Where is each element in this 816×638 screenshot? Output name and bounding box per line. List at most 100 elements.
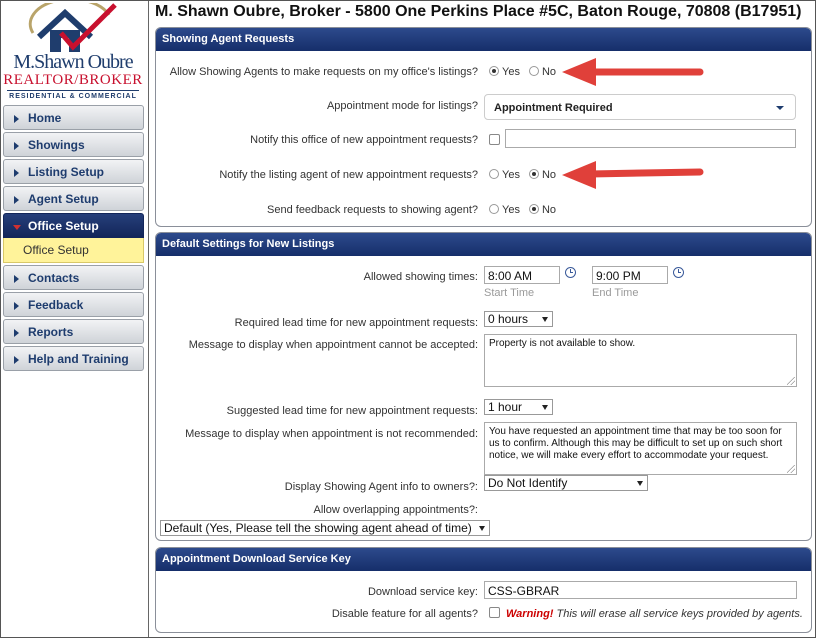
showing-times-label: Allowed showing times: xyxy=(363,271,478,283)
required-lead-time-value: 0 hours xyxy=(488,312,529,326)
reject-message-textarea[interactable]: Property is not available to show. xyxy=(484,334,797,387)
radio-label-yes: Yes xyxy=(502,169,520,181)
appointment-mode-select[interactable]: Appointment Required xyxy=(484,94,796,120)
nav-subitem-office-setup[interactable]: Office Setup xyxy=(3,238,144,263)
start-time-input[interactable]: 8:00 AM xyxy=(484,266,560,284)
nav-item-listing-setup[interactable]: Listing Setup xyxy=(3,159,144,184)
caret-down-icon xyxy=(13,225,21,230)
annotation-arrow-icon xyxy=(562,58,704,86)
display-agent-info-label: Display Showing Agent info to owners?: xyxy=(284,481,478,493)
suggested-lead-time-label: Suggested lead time for new appointment … xyxy=(226,405,478,417)
caret-down-icon xyxy=(542,405,548,410)
disable-feature-warning: Warning! This will erase all service key… xyxy=(506,608,803,620)
panel-header: Appointment Download Service Key xyxy=(156,548,811,571)
reject-message-text: Property is not available to show. xyxy=(489,338,636,349)
radio-label-no: No xyxy=(541,66,557,78)
overlap-appointments-select[interactable]: Default (Yes, Please tell the showing ag… xyxy=(160,520,490,536)
start-time-hint: Start Time xyxy=(484,287,535,299)
resize-handle-icon[interactable] xyxy=(787,377,795,385)
disable-feature-label: Disable feature for all agents? xyxy=(331,608,478,620)
house-check-logo-icon xyxy=(28,3,117,52)
nav-label: Contacts xyxy=(28,271,80,285)
overlap-appointments-label: Allow overlapping appointments?: xyxy=(313,504,479,516)
nav-item-agent-setup[interactable]: Agent Setup xyxy=(3,186,144,211)
clock-icon[interactable] xyxy=(565,267,576,278)
notify-office-email-input[interactable] xyxy=(505,129,796,148)
showing-agent-requests-panel: Showing Agent Requests Allow Showing Age… xyxy=(155,27,812,227)
display-agent-info-value: Do Not Identify xyxy=(488,476,568,490)
nav-label: Office Setup xyxy=(28,219,99,233)
send-feedback-no-radio[interactable] xyxy=(528,204,539,214)
page-title: M. Shawn Oubre, Broker - 5800 One Perkin… xyxy=(155,3,802,20)
nav-label: Feedback xyxy=(28,298,84,312)
caret-down-icon xyxy=(637,481,643,486)
nav-item-office-setup[interactable]: Office Setup xyxy=(3,213,144,238)
resize-handle-icon[interactable] xyxy=(787,465,795,473)
display-agent-info-select[interactable]: Do Not Identify xyxy=(484,475,648,491)
download-service-key-panel: Appointment Download Service Key Downloa… xyxy=(155,547,812,633)
nav-label: Reports xyxy=(28,325,74,339)
required-lead-time-label: Required lead time for new appointment r… xyxy=(234,317,478,329)
notify-agent-label: Notify the listing agent of new appointm… xyxy=(219,169,478,181)
send-feedback-yes-radio[interactable] xyxy=(489,204,499,214)
caret-right-icon xyxy=(14,275,19,283)
radio-label-yes: Yes xyxy=(502,204,520,216)
logo-tagline: RESIDENTIAL & COMMERCIAL xyxy=(9,93,137,100)
allow-requests-no-radio[interactable] xyxy=(528,66,539,76)
caret-right-icon xyxy=(14,142,19,150)
required-lead-time-select[interactable]: 0 hours xyxy=(484,311,553,327)
nav-label: Help and Training xyxy=(28,352,129,366)
notify-agent-yes-radio[interactable] xyxy=(489,169,499,179)
logo-title: REALTOR/BROKER xyxy=(3,72,143,88)
not-recommended-message-label: Message to display when appointment is n… xyxy=(185,428,478,440)
clock-icon[interactable] xyxy=(673,267,684,278)
main-content: M. Shawn Oubre, Broker - 5800 One Perkin… xyxy=(150,1,815,637)
send-feedback-label: Send feedback requests to showing agent? xyxy=(267,204,478,216)
nav-item-contacts[interactable]: Contacts xyxy=(3,265,144,290)
notify-agent-no-radio[interactable] xyxy=(528,169,539,179)
end-time-hint: End Time xyxy=(592,287,639,299)
company-logo: M.Shawn Oubre REALTOR/BROKER RESIDENTIAL… xyxy=(3,3,143,103)
download-key-input[interactable]: CSS-GBRAR xyxy=(484,581,797,599)
not-recommended-message-textarea[interactable]: You have requested an appointment time t… xyxy=(484,422,797,475)
caret-down-icon xyxy=(776,106,784,110)
reject-message-label: Message to display when appointment cann… xyxy=(188,339,478,351)
notify-office-checkbox[interactable] xyxy=(489,134,500,145)
default-settings-panel: Default Settings for New Listings Allowe… xyxy=(155,232,812,541)
nav-item-reports[interactable]: Reports xyxy=(3,319,144,344)
nav-item-home[interactable]: Home xyxy=(3,105,144,130)
allow-requests-label: Allow Showing Agents to make requests on… xyxy=(169,66,478,78)
suggested-lead-time-select[interactable]: 1 hour xyxy=(484,399,553,415)
caret-right-icon xyxy=(14,115,19,123)
caret-right-icon xyxy=(14,196,19,204)
panel-header: Default Settings for New Listings xyxy=(156,233,811,256)
allow-requests-radio-group: Yes No xyxy=(489,66,556,78)
nav-label: Showings xyxy=(28,138,85,152)
notify-agent-radio-group: Yes No xyxy=(489,169,556,181)
caret-right-icon xyxy=(14,302,19,310)
warning-label: Warning! xyxy=(506,608,554,620)
suggested-lead-time-value: 1 hour xyxy=(488,400,523,414)
not-recommended-message-text: You have requested an appointment time t… xyxy=(489,426,783,461)
caret-down-icon xyxy=(479,526,485,531)
disable-feature-checkbox[interactable] xyxy=(489,607,500,618)
panel-header: Showing Agent Requests xyxy=(156,28,811,51)
nav-item-feedback[interactable]: Feedback xyxy=(3,292,144,317)
end-time-input[interactable]: 9:00 PM xyxy=(592,266,668,284)
nav-item-showings[interactable]: Showings xyxy=(3,132,144,157)
warning-text: This will erase all service keys provide… xyxy=(553,608,803,620)
annotation-arrow-icon xyxy=(562,161,704,189)
sidebar: M.Shawn Oubre REALTOR/BROKER RESIDENTIAL… xyxy=(1,1,149,637)
nav-label: Listing Setup xyxy=(28,165,104,179)
appointment-mode-label: Appointment mode for listings? xyxy=(326,100,478,112)
send-feedback-radio-group: Yes No xyxy=(489,204,556,216)
nav-label: Home xyxy=(28,111,62,125)
notify-office-label: Notify this office of new appointment re… xyxy=(250,134,478,146)
appointment-mode-value: Appointment Required xyxy=(494,102,613,114)
allow-requests-yes-radio[interactable] xyxy=(489,66,499,76)
radio-label-no: No xyxy=(541,204,557,216)
caret-right-icon xyxy=(14,356,19,364)
nav-item-help-and-training[interactable]: Help and Training xyxy=(3,346,144,371)
radio-label-yes: Yes xyxy=(502,66,520,78)
overlap-appointments-value: Default (Yes, Please tell the showing ag… xyxy=(164,521,472,535)
